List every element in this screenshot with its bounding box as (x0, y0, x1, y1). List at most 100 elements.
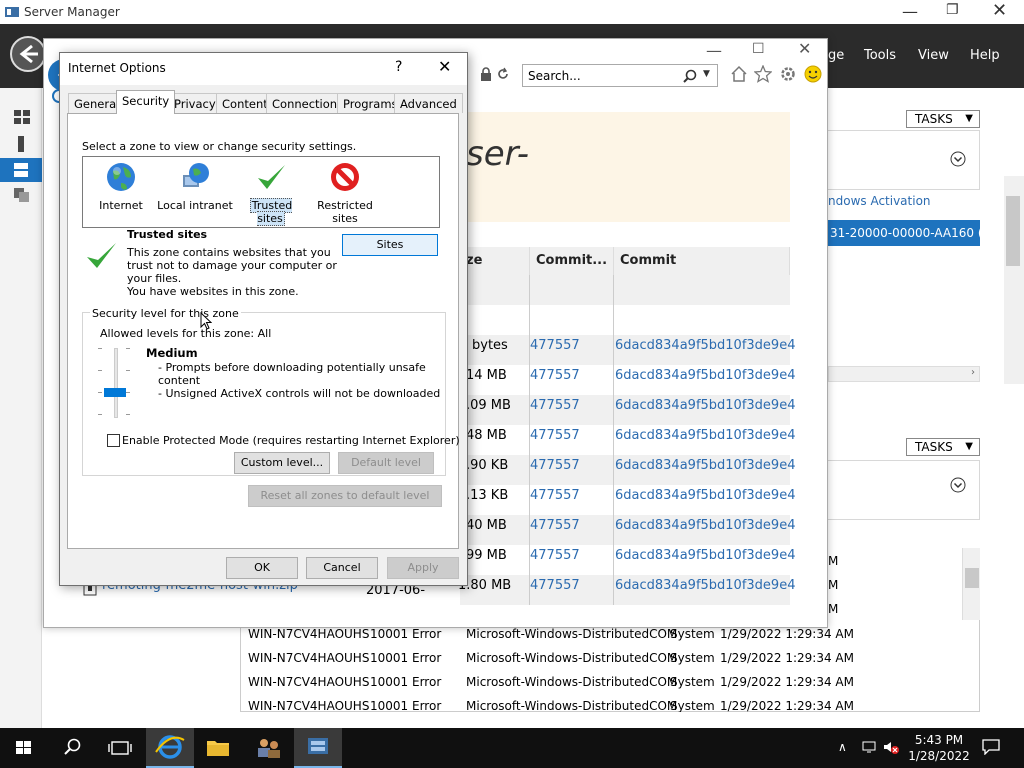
dialog-titlebar: Internet Options ? ✕ (60, 53, 467, 85)
custom-level-button[interactable]: Custom level... (234, 452, 330, 474)
search-taskbar-icon[interactable] (48, 728, 96, 768)
clock-date[interactable]: 1/28/2022 (906, 749, 972, 763)
check-mark-icon (255, 161, 287, 193)
column-header-commit-short[interactable]: Commit... (530, 247, 614, 275)
ie-maximize-button[interactable]: ☐ (752, 41, 765, 57)
cancel-button[interactable]: Cancel (306, 557, 378, 579)
refresh-icon[interactable] (496, 67, 510, 81)
zone-description-line: trust not to damage your computer or (127, 259, 337, 272)
security-tab-panel: Select a zone to view or change security… (67, 113, 460, 549)
protected-mode-checkbox[interactable] (107, 434, 120, 447)
server-manager-nav (0, 88, 42, 728)
favorites-star-icon[interactable] (754, 65, 772, 83)
file-storage-icon[interactable] (14, 188, 30, 202)
clock-time[interactable]: 5:43 PM (906, 733, 972, 747)
product-id-text: 31-20000-00000-AA160 (Act (830, 226, 1002, 240)
table-row[interactable]: WIN-N7CV4HAOUHS 10001 Error Microsoft-Windo… (248, 670, 988, 694)
default-level-button[interactable]: Default level (338, 452, 434, 474)
network-icon[interactable] (862, 739, 878, 755)
tab-security[interactable]: Security (116, 90, 176, 114)
dialog-help-button[interactable]: ? (395, 59, 402, 75)
slider-track (114, 348, 118, 418)
table-row[interactable]: WIN-N7CV4HAOUHS 10001 Error Microsoft-Windo… (248, 694, 988, 712)
close-button[interactable]: ✕ (992, 0, 1007, 21)
all-servers-nav-item[interactable] (0, 158, 42, 182)
dialog-close-button[interactable]: ✕ (438, 57, 451, 76)
zone-restricted-sites[interactable]: Restricted sites (311, 161, 379, 225)
server-manager-title: Server Manager (24, 5, 120, 19)
dashboard-icon[interactable] (14, 110, 30, 124)
server-manager-titlebar: Server Manager — ❐ ✕ (0, 0, 1024, 24)
search-icon[interactable] (683, 69, 697, 83)
gear-icon[interactable] (779, 65, 797, 83)
local-server-icon[interactable] (18, 136, 24, 152)
scroll-thumb[interactable] (965, 568, 979, 588)
expand-chevron-icon[interactable] (950, 151, 966, 167)
show-hidden-icons-icon[interactable]: ∧ (838, 740, 847, 754)
protected-mode-label: Enable Protected Mode (requires restarti… (122, 434, 460, 447)
zone-description-line: your files. (127, 272, 182, 285)
maximize-button[interactable]: ❐ (946, 2, 959, 18)
event-time-partial: M (828, 578, 839, 592)
dialog-title: Internet Options (68, 61, 166, 75)
security-level-slider[interactable] (98, 346, 134, 418)
internet-options-dialog: Internet Options ? ✕ General Security Pr… (59, 52, 468, 586)
properties-panel-header (828, 130, 980, 190)
users-taskbar-icon[interactable] (244, 728, 292, 768)
banner-text: ser- (466, 134, 530, 174)
zone-description-line: This zone contains websites that you (127, 246, 331, 259)
zone-internet[interactable]: Internet (93, 161, 149, 212)
slider-thumb[interactable] (104, 388, 126, 397)
ie-minimize-button[interactable]: — (706, 41, 722, 60)
globe-icon (105, 161, 137, 193)
server-manager-taskbar-icon[interactable] (294, 728, 342, 768)
apply-button[interactable]: Apply (387, 557, 459, 579)
minimize-button[interactable]: — (902, 2, 918, 21)
home-icon[interactable] (730, 65, 748, 83)
table-row[interactable]: WIN-N7CV4HAOUHS 10001 Error Microsoft-Windo… (248, 646, 988, 670)
zone-list: Internet Local intranet Trusted sites Re… (82, 156, 440, 228)
ie-search-box[interactable]: Search... ▼ (522, 64, 718, 87)
menu-tools[interactable]: Tools (864, 48, 896, 63)
action-center-icon[interactable] (982, 739, 1000, 755)
tasks-button-top[interactable]: TASKS ▼ (906, 110, 980, 128)
menu-help[interactable]: Help (970, 48, 1000, 63)
column-header-commit[interactable]: Commit (614, 247, 790, 275)
server-manager-icon (5, 5, 19, 19)
menu-manage[interactable]: ge (828, 48, 844, 63)
column-header-size[interactable]: ze (460, 247, 530, 275)
ie-close-button[interactable]: ✕ (798, 39, 811, 58)
reset-all-zones-button[interactable]: Reset all zones to default level (248, 485, 442, 507)
horizontal-scrollbar[interactable]: › (828, 366, 980, 382)
expand-chevron-icon[interactable] (950, 477, 966, 493)
intranet-icon (179, 161, 211, 193)
level-description-line: - Unsigned ActiveX controls will not be … (158, 387, 441, 400)
search-dropdown-icon[interactable]: ▼ (703, 69, 710, 79)
level-description-line: content (158, 374, 201, 387)
ok-button[interactable]: OK (226, 557, 298, 579)
lock-icon (480, 67, 492, 81)
zone-trusted-sites[interactable]: Trusted sites (237, 161, 305, 226)
zone-local-intranet[interactable]: Local intranet (157, 161, 233, 212)
file-explorer-taskbar-icon[interactable] (194, 728, 242, 768)
sites-button[interactable]: Sites (342, 234, 438, 256)
selected-zone-title: Trusted sites (127, 228, 208, 241)
vertical-scrollbar-top[interactable] (1004, 176, 1024, 384)
scroll-thumb[interactable] (1006, 196, 1020, 266)
events-panel-header (828, 460, 980, 520)
selected-server-row[interactable]: 31-20000-00000-AA160 (Act (828, 220, 1002, 246)
volume-muted-icon[interactable] (882, 739, 900, 755)
internet-explorer-taskbar-icon[interactable] (146, 728, 194, 768)
start-button[interactable] (0, 728, 48, 768)
menu-view[interactable]: View (918, 48, 949, 63)
search-input[interactable]: Search... (528, 69, 581, 83)
level-description-line: - Prompts before downloading potentially… (158, 361, 426, 374)
smiley-feedback-icon[interactable] (804, 65, 822, 83)
back-button[interactable] (10, 36, 46, 72)
task-view-icon[interactable] (96, 728, 144, 768)
tab-advanced[interactable]: Advanced (394, 93, 463, 113)
all-servers-icon (14, 163, 28, 177)
windows-activation-link[interactable]: ndows Activation (828, 194, 931, 208)
tasks-button-bottom[interactable]: TASKS ▼ (906, 438, 980, 456)
tab-privacy[interactable]: Privacy (168, 93, 222, 113)
